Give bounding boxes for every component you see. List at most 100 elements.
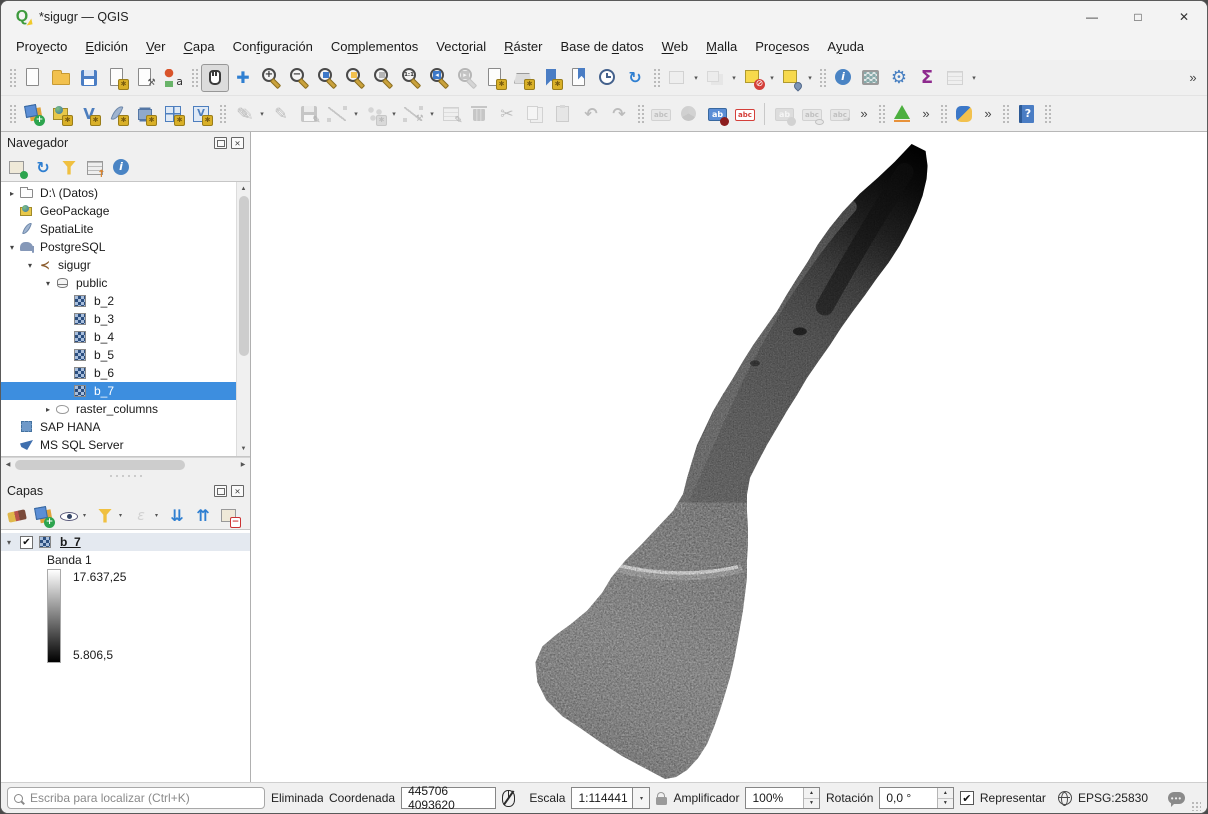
statistical-summary-button[interactable] — [857, 64, 885, 92]
deselect-features-dropdown[interactable]: ▾ — [729, 64, 739, 92]
pan-to-selection-button[interactable]: ✚ — [229, 64, 257, 92]
menu-item-web[interactable]: Web — [653, 35, 698, 58]
toolbar-handle[interactable] — [8, 67, 16, 89]
select-features-dropdown[interactable]: ▾ — [691, 64, 701, 92]
tree-item-sigugr[interactable]: ▾≺sigugr — [1, 256, 236, 274]
zoom-native-resolution-button[interactable]: 1:1 — [397, 64, 425, 92]
mouse-extents-icon[interactable] — [502, 790, 515, 807]
remove-layer-button[interactable]: − — [217, 504, 241, 528]
tree-item-b-7[interactable]: b_7 — [1, 382, 236, 400]
grass-tools-button[interactable] — [888, 100, 916, 128]
crs-label[interactable]: EPSG:25830 — [1078, 791, 1148, 805]
vertex-tool-dropdown[interactable]: ▾ — [427, 100, 437, 128]
new-spatialite-layer-button[interactable]: ✱ — [103, 100, 131, 128]
new-project-button[interactable] — [19, 64, 47, 92]
map-canvas[interactable] — [251, 132, 1207, 782]
locator-search[interactable] — [7, 787, 265, 809]
toolbar-handle[interactable] — [939, 103, 947, 125]
close-button[interactable]: ✕ — [1161, 1, 1207, 33]
manage-map-themes-button[interactable] — [57, 504, 81, 528]
scroll-down-icon[interactable]: ▼ — [237, 442, 250, 456]
toolbar-handle[interactable] — [1043, 103, 1051, 125]
pan-map-button[interactable] — [201, 64, 229, 92]
scrollbar-thumb[interactable] — [239, 196, 249, 356]
new-temporary-scratch-layer-button[interactable]: ✱ — [131, 100, 159, 128]
zoom-to-layer-button[interactable] — [341, 64, 369, 92]
spinner-buttons[interactable]: ▲▼ — [803, 788, 819, 808]
magnifier-value[interactable]: 100% — [746, 788, 803, 808]
close-panel-button[interactable]: ✕ — [231, 485, 244, 497]
tree-item-ms-sql-server[interactable]: MS SQL Server — [1, 436, 236, 454]
properties-widget-button[interactable]: i — [109, 156, 133, 180]
select-features-by-form-button[interactable]: ⊘ — [739, 64, 767, 92]
tree-item-b-2[interactable]: b_2 — [1, 292, 236, 310]
menu-item-configuracion[interactable]: Configuración — [224, 35, 322, 58]
tree-item-sap-hana[interactable]: SAP HANA — [1, 418, 236, 436]
maximize-button[interactable]: □ — [1115, 1, 1161, 33]
toolbar-overflow-button[interactable]: » — [1183, 65, 1203, 91]
browser-horizontal-scrollbar[interactable]: ◀ ▶ — [1, 457, 250, 471]
menu-item-capa[interactable]: Capa — [174, 35, 223, 58]
new-spatial-bookmark-button[interactable]: ✱ — [537, 64, 565, 92]
toolbar-handle[interactable] — [818, 67, 826, 89]
add-selected-layers-button[interactable] — [5, 156, 29, 180]
minimize-button[interactable]: — — [1069, 1, 1115, 33]
scale-dropdown[interactable]: ▾ — [633, 787, 650, 809]
zoom-to-selection-button[interactable] — [369, 64, 397, 92]
float-panel-button[interactable] — [214, 485, 227, 497]
new-map-view-button[interactable]: ✱ — [481, 64, 509, 92]
tree-item-spatialite[interactable]: SpatiaLite — [1, 220, 236, 238]
manage-map-themes-dropdown[interactable]: ▾ — [83, 512, 91, 519]
style-manager-button[interactable]: a — [159, 64, 187, 92]
filter-legend-button[interactable] — [93, 504, 117, 528]
select-features-by-value-button[interactable] — [777, 64, 805, 92]
expander-icon[interactable]: ▸ — [5, 189, 19, 198]
refresh-browser-button[interactable]: ↻ — [31, 156, 55, 180]
scroll-left-icon[interactable]: ◀ — [1, 458, 15, 471]
menu-item-edicion[interactable]: Edición — [76, 35, 137, 58]
expander-icon[interactable]: ▾ — [41, 279, 55, 288]
processing-toolbox-button[interactable]: ⚙ — [885, 64, 913, 92]
layer-visibility-checkbox[interactable]: ✔ — [20, 536, 33, 549]
toolbar-handle[interactable] — [877, 103, 885, 125]
zoom-in-button[interactable]: + — [257, 64, 285, 92]
toolbar-overflow-button[interactable]: » — [978, 101, 998, 127]
open-layer-styling-button[interactable] — [5, 504, 29, 528]
resize-grip[interactable] — [1191, 801, 1201, 811]
menu-item-proyecto[interactable]: Proyecto — [7, 35, 76, 58]
open-project-button[interactable] — [47, 64, 75, 92]
scroll-right-icon[interactable]: ▶ — [236, 458, 250, 471]
zoom-full-extent-button[interactable] — [313, 64, 341, 92]
spinner-buttons[interactable]: ▲▼ — [937, 788, 953, 808]
add-point-feature-dropdown[interactable]: ▾ — [389, 100, 399, 128]
lock-scale-icon[interactable] — [656, 797, 667, 805]
rotation-spinbox[interactable]: 0,0 ° ▲▼ — [879, 787, 954, 809]
tree-item-b-3[interactable]: b_3 — [1, 310, 236, 328]
show-statistics-sum-button[interactable]: Σ — [913, 64, 941, 92]
menu-item-ayuda[interactable]: Ayuda — [818, 35, 873, 58]
rotation-value[interactable]: 0,0 ° — [880, 788, 937, 808]
panel-splitter[interactable] — [1, 471, 250, 480]
render-checkbox[interactable]: ✔ — [960, 791, 974, 805]
open-data-source-manager-button[interactable]: + — [19, 100, 47, 128]
tree-item-b-6[interactable]: b_6 — [1, 364, 236, 382]
expand-all-layers-button[interactable]: ⇊ — [165, 504, 189, 528]
browser-vertical-scrollbar[interactable]: ▲ ▼ — [236, 182, 250, 456]
expander-icon[interactable]: ▾ — [23, 261, 37, 270]
menu-item-complementos[interactable]: Complementos — [322, 35, 427, 58]
float-panel-button[interactable] — [214, 137, 227, 149]
toolbar-handle[interactable] — [652, 67, 660, 89]
new-virtual-layer-button[interactable]: ✱ — [159, 100, 187, 128]
temporal-controller-button[interactable] — [593, 64, 621, 92]
new-print-layout-button[interactable]: ✱ — [103, 64, 131, 92]
filter-legend-dropdown[interactable]: ▾ — [119, 512, 127, 519]
coordinate-input[interactable]: 445706 4093620 — [401, 787, 496, 809]
open-attribute-table-dropdown[interactable]: ▾ — [969, 64, 979, 92]
menu-item-vectorial[interactable]: Vectorial — [427, 35, 495, 58]
new-3d-map-view-button[interactable]: ✱ — [509, 64, 537, 92]
change-label-properties-button[interactable]: ab — [703, 100, 731, 128]
collapse-all-browser-button[interactable]: ↑ — [83, 156, 107, 180]
new-geopackage-layer-button[interactable]: ✱ — [47, 100, 75, 128]
show-spatial-bookmarks-button[interactable] — [565, 64, 593, 92]
magnifier-spinbox[interactable]: 100% ▲▼ — [745, 787, 820, 809]
